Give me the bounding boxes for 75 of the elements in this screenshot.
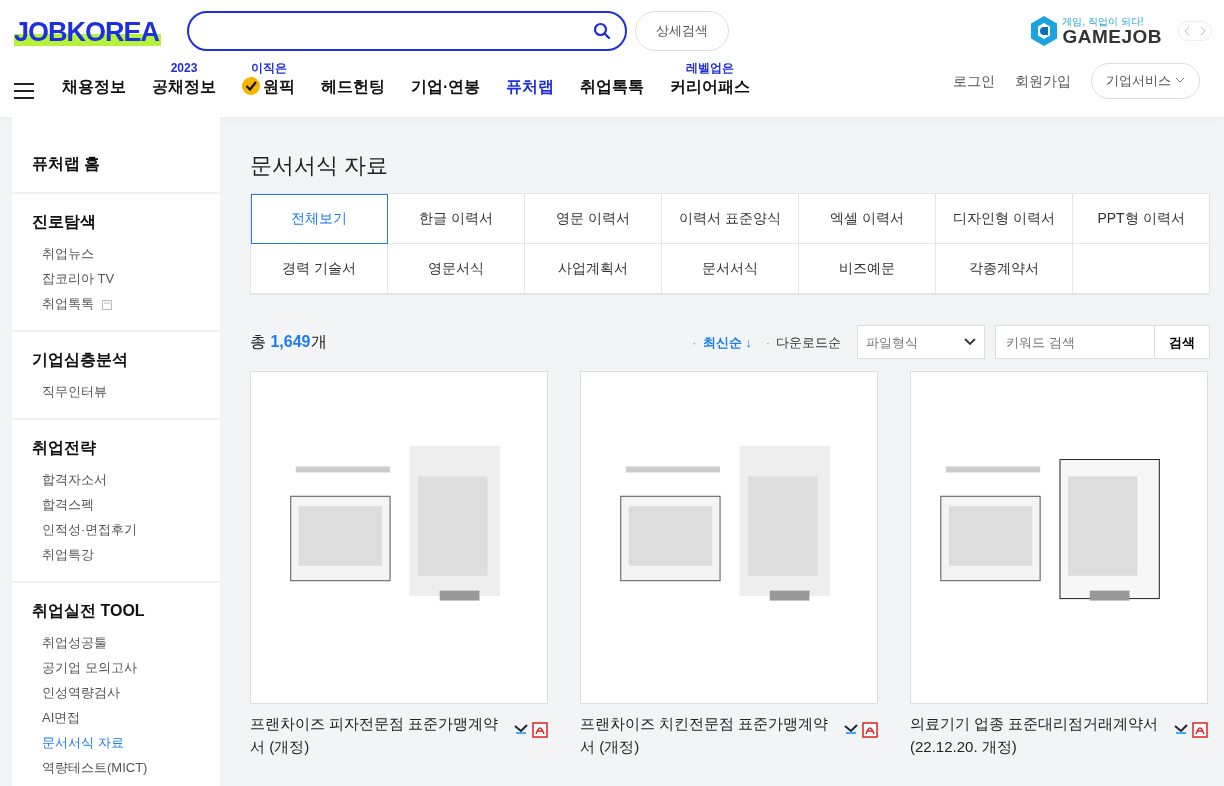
sidebar-item[interactable]: 문서서식 자료 <box>32 730 200 755</box>
tab[interactable]: 영문 이력서 <box>525 194 662 245</box>
tab[interactable]: 문서서식 <box>662 244 799 295</box>
file-type-select[interactable]: 파일형식 <box>857 325 985 360</box>
total-count: 1,649 <box>270 333 311 351</box>
chevron-down-icon <box>964 338 976 347</box>
sidebar-heading[interactable]: 기업심층분석 <box>32 348 200 372</box>
pdf-file-icon[interactable] <box>532 722 548 739</box>
document-title[interactable]: 프랜차이즈 피자전문점 표준가맹계약서 (개정) <box>250 712 500 759</box>
nav-tagline: 레벨업은 <box>686 61 735 75</box>
sidebar-heading[interactable]: 진로탐색 <box>32 210 200 234</box>
user-link[interactable]: 회원가입 <box>1015 70 1072 92</box>
user-link[interactable]: 로그인 <box>953 70 996 92</box>
nav-item[interactable]: 취업톡톡 <box>580 75 645 99</box>
chevron-down-icon <box>1175 77 1185 84</box>
sidebar-item[interactable]: 합격자소서 <box>32 467 200 492</box>
sidebar-heading[interactable]: 퓨처랩 홈 <box>32 152 200 176</box>
sort-option[interactable]: 최신순 ↓ <box>702 332 752 353</box>
total-label: 총 <box>250 333 267 351</box>
tab[interactable]: 한글 이력서 <box>388 194 525 245</box>
sidebar-item[interactable]: 취업특강 <box>32 542 200 567</box>
nav-tagline: 이직은 <box>250 61 287 75</box>
search-button[interactable]: 검색 <box>1155 325 1210 360</box>
sort-option[interactable]: 다운로드순 <box>776 332 841 353</box>
sidebar-heading[interactable]: 취업실전 TOOL <box>32 599 200 623</box>
pdf-file-icon[interactable] <box>862 722 878 739</box>
nav-item[interactable]: 커리어패스 <box>670 75 751 99</box>
gamejob-tagline: 게임, 직업이 되다! <box>1062 15 1145 27</box>
tab[interactable]: 디자인형 이력서 <box>936 194 1073 245</box>
sidebar-item[interactable]: 잡코리아 TV <box>32 266 200 291</box>
sidebar-item[interactable]: 직무인터뷰 <box>32 379 200 404</box>
business-service-button[interactable]: 기업서비스 <box>1091 63 1200 99</box>
sidebar-item[interactable]: 역량테스트(MICT) <box>32 755 200 780</box>
sidebar-item[interactable]: 취업성공툴 <box>32 630 200 655</box>
nav-item[interactable]: 채용정보 <box>62 75 126 99</box>
nav-item[interactable]: 공채정보 <box>152 75 216 99</box>
bullet-mark: · <box>765 333 770 352</box>
sidebar-item[interactable]: 취업뉴스 <box>32 241 200 266</box>
pdf-file-icon[interactable] <box>1192 722 1208 739</box>
tab[interactable]: 비즈예문 <box>799 244 936 295</box>
tab[interactable]: 영문서식 <box>388 244 525 295</box>
nav-item[interactable]: 퓨처랩 <box>506 75 555 99</box>
nav-item[interactable]: 헤드헌팅 <box>321 75 385 99</box>
tab[interactable]: 엑셀 이력서 <box>799 194 936 245</box>
nav-item[interactable]: 원픽 <box>242 75 295 99</box>
nav-item[interactable]: 기업·연봉 <box>411 75 481 99</box>
hexagon-logo-icon <box>1030 15 1059 47</box>
bullet-mark: · <box>692 333 697 352</box>
tab[interactable]: 전체보기 <box>251 194 388 245</box>
menu-icon[interactable] <box>14 83 34 99</box>
tab[interactable]: 이력서 표준양식 <box>662 194 799 245</box>
tab[interactable]: 각종계약서 <box>936 244 1073 295</box>
sidebar-heading[interactable]: 취업전략 <box>32 436 200 460</box>
hwp-file-icon[interactable] <box>1174 722 1188 737</box>
total-unit: 개 <box>310 333 327 351</box>
sidebar-item[interactable]: 공기업 모의고사 <box>32 655 200 680</box>
search-field[interactable] <box>187 11 628 51</box>
page-title: 문서서식 자료 <box>250 153 390 180</box>
hwp-file-icon[interactable] <box>514 722 528 737</box>
sidebar-item[interactable]: 취업톡톡 <box>32 291 200 316</box>
sidebar-item[interactable]: 인적성·면접후기 <box>32 517 200 542</box>
keyword-field[interactable]: 키워드 검색 <box>995 325 1155 360</box>
check-icon <box>242 77 260 95</box>
hwp-file-icon[interactable] <box>844 722 858 737</box>
sidebar-item[interactable]: 합격스펙 <box>32 492 200 517</box>
detail-search-button[interactable]: 상세검색 <box>635 11 730 51</box>
gamejob-logo[interactable]: GAMEJOB <box>1062 26 1162 47</box>
tab[interactable]: 사업계획서 <box>525 244 662 295</box>
sidebar-item[interactable]: AI면접 <box>32 705 200 730</box>
document-title[interactable]: 의료기기 업종 표준대리점거래계약서 (22.12.20. 개정) <box>910 712 1160 759</box>
document-title[interactable]: 프랜차이즈 치킨전문점 표준가맹계약서 (개정) <box>580 712 830 759</box>
tab[interactable]: 경력 기술서 <box>251 244 388 295</box>
nav-tagline: 2023 <box>170 61 198 75</box>
sidebar-item[interactable]: 인성역량검사 <box>32 680 200 705</box>
search-icon[interactable] <box>593 22 612 40</box>
